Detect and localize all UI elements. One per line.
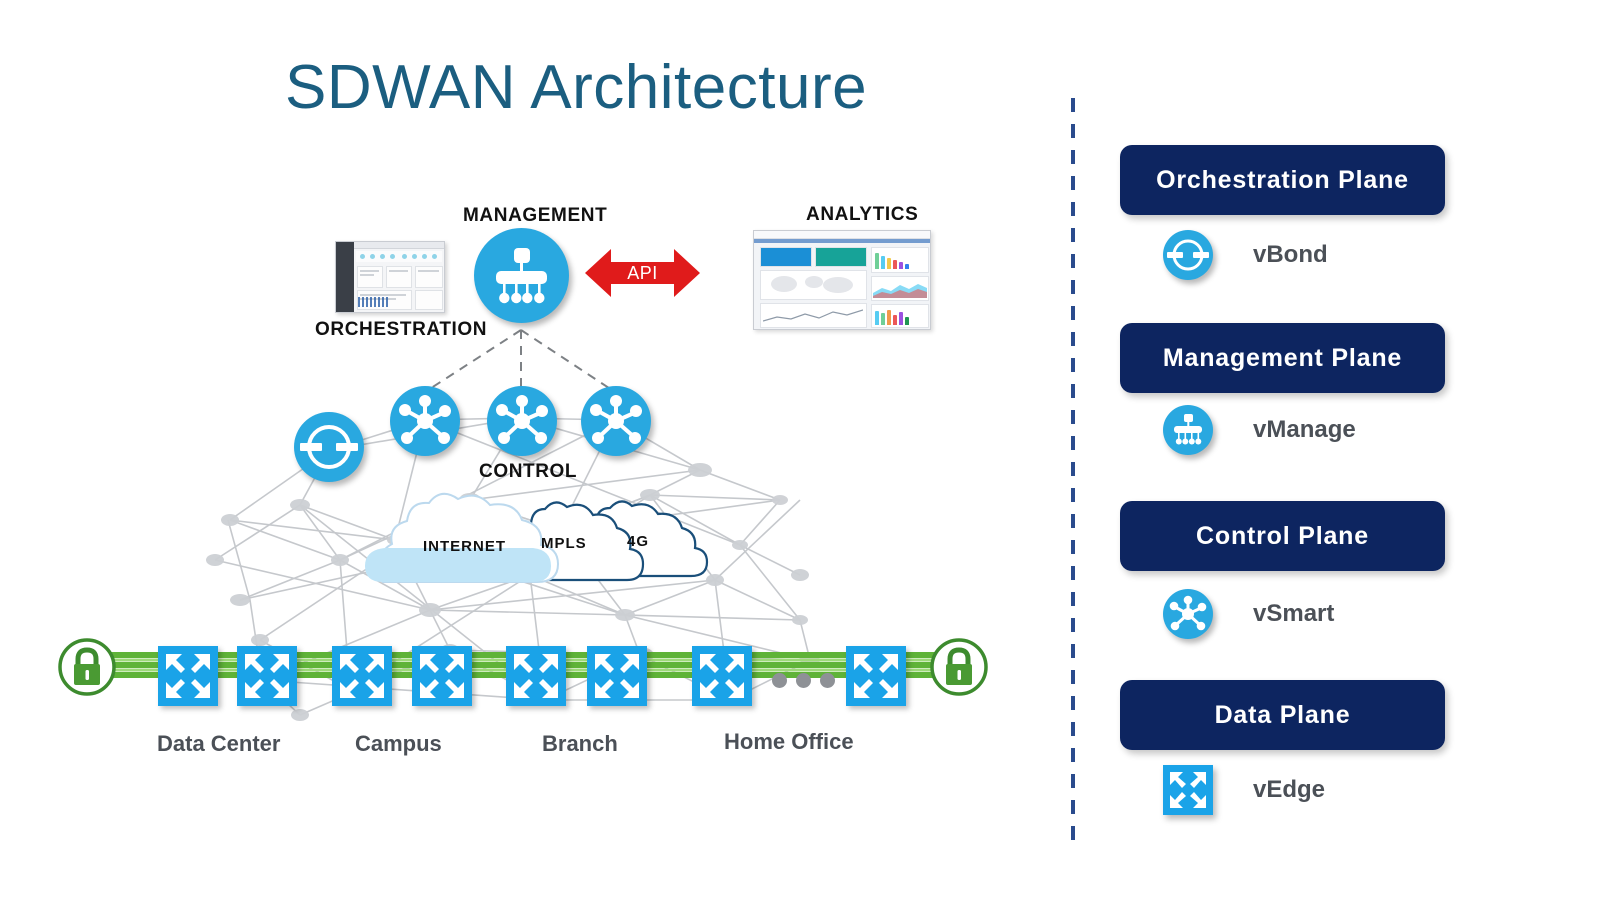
vsmart-icon: [1163, 589, 1213, 639]
vedge-icon: [595, 654, 639, 698]
vmanage-icon: [496, 248, 547, 304]
ellipsis-dot: [772, 673, 787, 688]
cloud-label-internet: INTERNET: [423, 538, 506, 555]
legend-label-vedge: vEdge: [1253, 776, 1326, 803]
vedge-device[interactable]: [506, 646, 566, 706]
vedge-icon: [514, 654, 558, 698]
slide-canvas: SDWAN Architecture MANAGEMENT ANALYTICS …: [0, 0, 1600, 900]
architecture-diagram: MANAGEMENT ANALYTICS ORCHESTRATION CONTR…: [0, 0, 1060, 900]
vedge-device[interactable]: [846, 646, 906, 706]
site-label-data-center: Data Center: [157, 731, 281, 756]
legend-row-vedge[interactable]: vEdge: [1120, 765, 1325, 815]
vedge-device[interactable]: [412, 646, 472, 706]
ellipsis-dots: [772, 673, 835, 688]
plane-box-data[interactable]: Data Plane: [1120, 680, 1445, 750]
plane-title: Control Plane: [1196, 521, 1369, 550]
vbond-node[interactable]: [294, 412, 364, 482]
caption-orchestration: ORCHESTRATION: [315, 319, 488, 340]
plane-box-management[interactable]: Management Plane: [1120, 323, 1445, 393]
legend-row-vmanage[interactable]: vManage: [1120, 405, 1356, 455]
caption-management: MANAGEMENT: [463, 205, 608, 226]
legend-row-vsmart[interactable]: vSmart: [1120, 589, 1334, 639]
caption-analytics: ANALYTICS: [806, 204, 919, 225]
cloud-label-4g: 4G: [627, 533, 650, 550]
orchestration-software-screenshot: [335, 241, 445, 313]
plane-title: Management Plane: [1162, 343, 1403, 372]
planes-legend: Orchestration Plane vBond Management Pla…: [1120, 0, 1480, 900]
vsmart-node-2[interactable]: [487, 386, 557, 456]
vsmart-icon: [590, 395, 642, 444]
plane-box-orchestration[interactable]: Orchestration Plane: [1120, 145, 1445, 215]
transport-clouds: [365, 492, 709, 583]
vedge-icon: [854, 654, 898, 698]
caption-control: CONTROL: [479, 461, 578, 482]
vedge-icon: [700, 654, 744, 698]
vedge-device[interactable]: [158, 646, 218, 706]
site-label-home-office: Home Office: [724, 729, 854, 754]
legend-label-vbond: vBond: [1253, 241, 1328, 268]
vsmart-node-3[interactable]: [581, 386, 651, 456]
vertical-dashed-divider: [1071, 98, 1075, 840]
vedge-device[interactable]: [237, 646, 297, 706]
api-arrow: [585, 249, 700, 297]
vbond-icon: [1163, 230, 1213, 280]
vedge-device[interactable]: [332, 646, 392, 706]
plane-title: Data Plane: [1214, 700, 1351, 729]
vmanage-icon: [1163, 405, 1213, 455]
vedge-icon: [245, 654, 289, 698]
vmanage-node[interactable]: [474, 228, 569, 323]
plane-title: Orchestration Plane: [1156, 165, 1409, 194]
ellipsis-dot: [796, 673, 811, 688]
vedge-device[interactable]: [587, 646, 647, 706]
vedge-device[interactable]: [692, 646, 752, 706]
ellipsis-dot: [820, 673, 835, 688]
vsmart-icon: [399, 395, 451, 444]
vbond-icon: [300, 425, 358, 469]
site-label-branch: Branch: [542, 731, 618, 756]
legend-label-vmanage: vManage: [1253, 416, 1356, 443]
vedge-icon: [420, 654, 464, 698]
vedge-icon: [166, 654, 210, 698]
lock-icon-right: [930, 638, 988, 696]
legend-row-vbond[interactable]: vBond: [1120, 230, 1328, 280]
vsmart-icon: [496, 395, 548, 444]
vedge-icon: [340, 654, 384, 698]
vedge-icon: [1163, 765, 1213, 815]
site-label-campus: Campus: [355, 731, 442, 756]
legend-label-vsmart: vSmart: [1253, 600, 1335, 627]
plane-box-control[interactable]: Control Plane: [1120, 501, 1445, 571]
vsmart-node-1[interactable]: [390, 386, 460, 456]
lock-icon-left: [58, 638, 116, 696]
analytics-dashboard-screenshot: [753, 230, 931, 330]
cloud-label-mpls: MPLS: [541, 535, 587, 552]
